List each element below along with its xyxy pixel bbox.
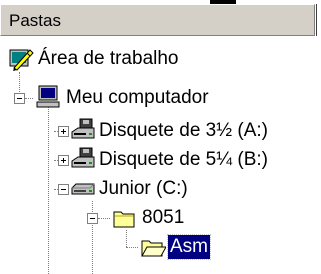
floppy-drive-icon	[70, 118, 96, 144]
expand-toggle[interactable]	[58, 126, 69, 137]
tree-item-floppy-b[interactable]: Disquete de 5¼ (B:)	[97, 146, 270, 174]
tree-item-floppy-a[interactable]: Disquete de 3½ (A:)	[97, 117, 270, 145]
tree-item-label: Área de trabalho	[38, 48, 179, 69]
folder-icon	[112, 206, 138, 232]
tree-connector	[48, 100, 49, 274]
tree-item-folder-asm[interactable]: Asm	[167, 233, 211, 261]
tree-item-label: Junior (C:)	[99, 178, 188, 199]
collapse-toggle[interactable]	[14, 93, 25, 104]
desktop-pen-icon	[8, 46, 34, 72]
tree-connector	[25, 98, 33, 99]
pane-divider[interactable]	[316, 4, 321, 36]
tree-item-label: Meu computador	[66, 87, 209, 108]
tree-item-drive-c[interactable]: Junior (C:)	[97, 175, 190, 203]
collapse-toggle[interactable]	[87, 213, 98, 224]
collapse-toggle[interactable]	[58, 184, 69, 195]
tree-item-desktop[interactable]: Área de trabalho	[36, 45, 181, 73]
folders-pane-header: Pastas	[0, 4, 315, 36]
folders-pane-title: Pastas	[9, 11, 61, 30]
tree-item-folder-8051[interactable]: 8051	[140, 204, 186, 232]
tree-item-label: Asm	[167, 234, 211, 260]
expand-toggle[interactable]	[58, 155, 69, 166]
tree-item-label: Disquete de 5¼ (B:)	[99, 149, 268, 170]
floppy-drive-icon	[70, 147, 96, 173]
open-folder-icon	[140, 235, 167, 261]
tree-item-label: Disquete de 3½ (A:)	[99, 120, 268, 141]
tree-connector	[126, 230, 127, 247]
tree-connector	[92, 201, 93, 274]
hard-drive-icon	[70, 178, 96, 204]
tree-item-my-computer[interactable]: Meu computador	[64, 84, 211, 112]
folder-tree: Área de trabalho Meu computador Disquete…	[0, 38, 321, 274]
tree-connector	[98, 218, 110, 219]
tree-connector	[126, 247, 138, 248]
computer-icon	[35, 84, 61, 110]
tree-item-label: 8051	[142, 207, 185, 228]
